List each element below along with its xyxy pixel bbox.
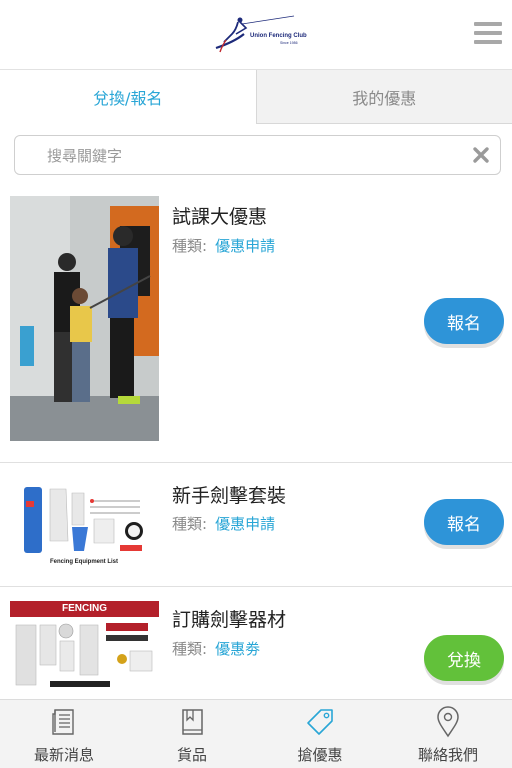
nav-label: 最新消息	[33, 746, 94, 764]
fencing-equipment-image: Fencing Equipment List	[10, 481, 159, 569]
item-type-value: 優惠申請	[215, 515, 276, 533]
item-type-label: 種類:	[172, 640, 208, 658]
trial-class-photo	[10, 196, 159, 441]
book-icon	[182, 709, 203, 735]
logo-text: Union Fencing Club	[250, 33, 307, 39]
search-input[interactable]	[47, 143, 467, 169]
catalog-banner-text: FENCING	[62, 603, 107, 614]
clear-search-icon[interactable]	[472, 146, 490, 164]
newspaper-icon	[52, 709, 74, 735]
item-title: 訂購劍擊器材	[172, 609, 287, 631]
club-logo[interactable]: Union Fencing Club Since 1986	[214, 12, 307, 56]
list-item[interactable]: 試課大優惠 種類: 優惠申請 報名	[0, 180, 512, 463]
bottom-nav: 最新消息 貨品 搶優惠 聯絡我們	[0, 699, 512, 768]
search-box	[14, 135, 501, 175]
tab-bar: 兌換/報名 我的優惠	[0, 70, 512, 124]
nav-label: 搶優惠	[297, 746, 343, 764]
nav-products[interactable]: 貨品	[128, 700, 256, 768]
item-type-value: 優惠申請	[215, 237, 276, 255]
register-button[interactable]: 報名	[424, 499, 504, 545]
app-header: Union Fencing Club Since 1986	[0, 0, 512, 70]
nav-label: 聯絡我們	[417, 746, 478, 764]
item-type-value: 優惠劵	[215, 640, 261, 658]
list-item[interactable]: Fencing Equipment List 新手劍擊套裝 種類: 優惠申請 報名	[0, 463, 512, 587]
nav-contact[interactable]: 聯絡我們	[384, 700, 512, 768]
item-type: 種類: 優惠申請	[172, 513, 275, 534]
tag-icon	[307, 709, 333, 735]
item-type-label: 種類:	[172, 237, 208, 255]
hamburger-menu-icon[interactable]	[474, 22, 502, 46]
register-button[interactable]: 報名	[424, 298, 504, 344]
tab-redeem-register[interactable]: 兌換/報名	[0, 70, 256, 124]
nav-label: 貨品	[176, 746, 207, 764]
list-item[interactable]: FENCING 訂購劍擊器材 種類: 優惠劵 兌換	[0, 587, 512, 699]
fencing-gear-catalog-image: FENCING	[10, 601, 159, 699]
item-type-label: 種類:	[172, 515, 208, 533]
nav-offers[interactable]: 搶優惠	[256, 700, 384, 768]
equipment-list-caption: Fencing Equipment List	[50, 559, 119, 565]
tab-my-offers[interactable]: 我的優惠	[255, 70, 512, 124]
redeem-button[interactable]: 兌換	[424, 635, 504, 681]
item-title: 試課大優惠	[172, 206, 268, 228]
item-type: 種類: 優惠申請	[172, 235, 275, 256]
item-type: 種類: 優惠劵	[172, 638, 260, 659]
nav-news[interactable]: 最新消息	[0, 700, 128, 768]
location-pin-icon	[437, 706, 459, 738]
logo-subtext: Since 1986	[280, 41, 298, 45]
item-title: 新手劍擊套裝	[172, 485, 287, 507]
